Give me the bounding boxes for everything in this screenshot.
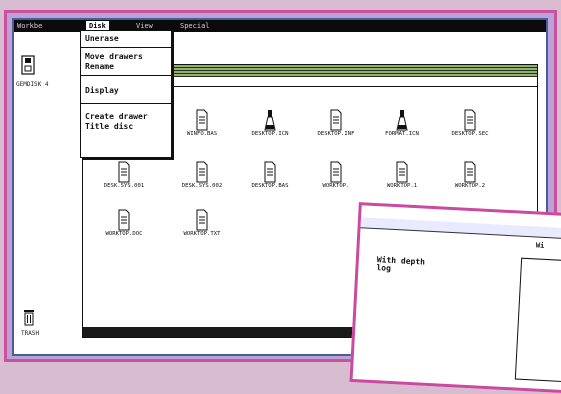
file-label: FORMAT.ICN xyxy=(385,131,419,137)
doc-icon xyxy=(301,161,371,183)
file-icon-item[interactable]: DESK.SYS.002 xyxy=(167,161,237,190)
doc-icon xyxy=(167,109,237,131)
file-icon-item[interactable]: DESK.SYS.001 xyxy=(89,161,159,190)
file-icon-item[interactable]: WINFO.BAS xyxy=(167,109,237,138)
file-icon-item[interactable]: WORKTOP.DOC xyxy=(89,209,159,238)
file-icon-item[interactable]: FORMAT.ICN xyxy=(367,109,437,138)
trash-icon[interactable] xyxy=(23,308,35,326)
doc-icon xyxy=(367,161,437,183)
file-label: WORKTOP.1 xyxy=(386,183,418,189)
overlay-screen-photo: Wi With depth log xyxy=(349,202,561,394)
file-label: WORKTOP. xyxy=(322,183,350,189)
menu-separator xyxy=(81,103,171,104)
file-icon-item[interactable]: WORKTOP.2 xyxy=(435,161,505,190)
trash-label: TRASH xyxy=(21,330,40,337)
file-label: DESKTOP.SEC xyxy=(451,131,489,137)
file-label: DESK.SYS.002 xyxy=(181,183,223,189)
menu-item-create-drawer[interactable]: Create drawer xyxy=(85,113,148,121)
menu-separator xyxy=(81,75,171,76)
doc-icon xyxy=(301,109,371,131)
menu-separator xyxy=(81,47,171,48)
overlay-heading: Wi xyxy=(535,241,545,250)
doc-icon xyxy=(435,109,505,131)
file-label: WORKTOP.DOC xyxy=(105,231,143,237)
menu-special[interactable]: Special xyxy=(180,21,210,31)
doc-icon xyxy=(235,161,305,183)
drive-label: GEMDISK 4 xyxy=(16,81,49,88)
disk-drive-icon[interactable] xyxy=(21,55,35,75)
file-icon-item[interactable]: DESKTOP.INF xyxy=(301,109,371,138)
tool-icon xyxy=(235,109,305,131)
tool-icon xyxy=(367,109,437,131)
overlay-title-bar xyxy=(360,217,561,240)
file-icon-item[interactable]: DESKTOP.ICN xyxy=(235,109,305,138)
file-label: WORKTOP.2 xyxy=(454,183,486,189)
doc-icon xyxy=(89,161,159,183)
file-icon-item[interactable]: WORKTOP. xyxy=(301,161,371,190)
disk-menu: Unerase Move drawers Rename Display Crea… xyxy=(80,30,172,158)
menu-workbench[interactable]: Workbe xyxy=(17,21,42,31)
file-label: DESKTOP.ICN xyxy=(251,131,289,137)
doc-icon xyxy=(89,209,159,231)
file-icon-item[interactable]: DESKTOP.BAS xyxy=(235,161,305,190)
file-icon-item[interactable]: DESKTOP.SEC xyxy=(435,109,505,138)
file-label: WORKTOP.TXT xyxy=(183,231,221,237)
menu-item-move-drawers[interactable]: Move drawers xyxy=(85,53,143,61)
menu-item-display[interactable]: Display xyxy=(85,87,119,95)
file-label: DESK.SYS.001 xyxy=(103,183,145,189)
menu-item-unerase[interactable]: Unerase xyxy=(85,35,119,43)
file-icon-item[interactable]: WORKTOP.TXT xyxy=(167,209,237,238)
doc-icon xyxy=(435,161,505,183)
menu-item-rename[interactable]: Rename xyxy=(85,63,114,71)
menu-item-title-disc[interactable]: Title disc xyxy=(85,123,133,131)
file-label: DESKTOP.BAS xyxy=(251,183,289,189)
file-icon-item[interactable]: WORKTOP.1 xyxy=(367,161,437,190)
overlay-panel xyxy=(514,257,561,383)
file-label: WINFO.BAS xyxy=(186,131,218,137)
file-label: DESKTOP.INF xyxy=(317,131,355,137)
overlay-text: With depth log xyxy=(376,255,425,274)
doc-icon xyxy=(167,161,237,183)
doc-icon xyxy=(167,209,237,231)
